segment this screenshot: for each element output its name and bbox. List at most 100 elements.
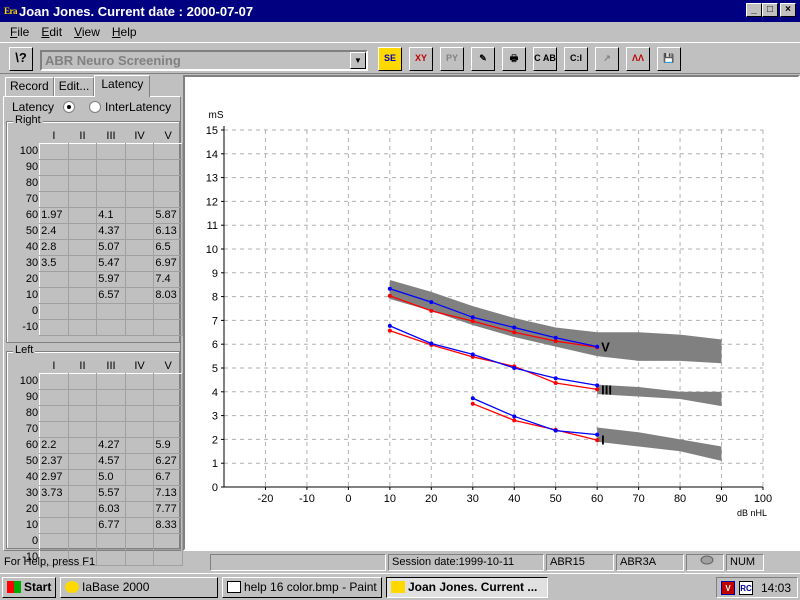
- maximize-button[interactable]: □: [762, 3, 778, 17]
- latency-cell[interactable]: 6.7: [153, 468, 183, 486]
- latency-cell[interactable]: [124, 286, 155, 304]
- latency-cell[interactable]: 3.73: [39, 484, 69, 502]
- latency-cell[interactable]: [124, 372, 155, 390]
- latency-cell[interactable]: [124, 532, 155, 550]
- latency-cell[interactable]: [67, 468, 98, 486]
- latency-cell[interactable]: [153, 420, 183, 438]
- latency-cell[interactable]: [39, 302, 69, 320]
- latency-cell[interactable]: [67, 388, 98, 406]
- latency-cell[interactable]: 1.97: [39, 206, 69, 224]
- latency-cell[interactable]: 4.37: [96, 222, 126, 240]
- latency-cell[interactable]: [124, 158, 155, 176]
- menu-edit[interactable]: Edit: [35, 25, 68, 39]
- cursor-icon[interactable]: C:I: [564, 47, 588, 71]
- latency-cell[interactable]: [39, 190, 69, 208]
- latency-cell[interactable]: 6.13: [153, 222, 183, 240]
- latency-cell[interactable]: 2.37: [39, 452, 69, 470]
- minimize-button[interactable]: _: [746, 3, 762, 17]
- latency-cell[interactable]: [153, 532, 183, 550]
- latency-cell[interactable]: [96, 302, 126, 320]
- latency-cell[interactable]: [39, 500, 69, 518]
- latency-cell[interactable]: [153, 404, 183, 422]
- latency-cell[interactable]: 2.97: [39, 468, 69, 486]
- waveform-icon[interactable]: ΛΛ: [626, 47, 650, 71]
- xy-plot-icon[interactable]: XY: [409, 47, 433, 71]
- menu-help[interactable]: Help: [106, 25, 143, 39]
- latency-radio[interactable]: [63, 101, 76, 113]
- latency-cell[interactable]: [124, 468, 155, 486]
- latency-cell[interactable]: [67, 532, 98, 550]
- latency-cell[interactable]: 7.77: [153, 500, 183, 518]
- arrow-icon[interactable]: ↗: [595, 47, 619, 71]
- latency-cell[interactable]: 4.57: [96, 452, 126, 470]
- latency-cell[interactable]: 5.97: [96, 270, 126, 288]
- latency-cell[interactable]: [39, 318, 69, 336]
- latency-cell[interactable]: 2.8: [39, 238, 69, 256]
- latency-cell[interactable]: [124, 254, 155, 272]
- latency-cell[interactable]: [67, 302, 98, 320]
- close-button[interactable]: ×: [780, 3, 796, 17]
- tab-latency[interactable]: Latency: [94, 75, 151, 97]
- latency-cell[interactable]: [67, 452, 98, 470]
- latency-cell[interactable]: [153, 190, 183, 208]
- compare-ab-icon[interactable]: C AB: [533, 47, 557, 71]
- menu-file[interactable]: File: [4, 25, 35, 39]
- latency-cell[interactable]: [67, 270, 98, 288]
- setup-icon[interactable]: SE UP: [378, 47, 402, 71]
- latency-cell[interactable]: [153, 388, 183, 406]
- shield-icon[interactable]: V: [721, 581, 735, 595]
- latency-cell[interactable]: 7.4: [153, 270, 183, 288]
- latency-cell[interactable]: 5.9: [153, 436, 183, 454]
- latency-cell[interactable]: 6.57: [96, 286, 126, 304]
- latency-cell[interactable]: [124, 142, 155, 160]
- latency-cell[interactable]: [67, 420, 98, 438]
- latency-cell[interactable]: [124, 516, 155, 534]
- latency-cell[interactable]: [124, 190, 155, 208]
- latency-cell[interactable]: [67, 238, 98, 256]
- latency-cell[interactable]: 6.97: [153, 254, 183, 272]
- tab-edit[interactable]: Edit...: [53, 77, 95, 97]
- latency-cell[interactable]: [67, 500, 98, 518]
- latency-cell[interactable]: [96, 420, 126, 438]
- latency-cell[interactable]: [67, 436, 98, 454]
- latency-cell[interactable]: [96, 142, 126, 160]
- latency-cell[interactable]: [96, 532, 126, 550]
- latency-cell[interactable]: [153, 142, 183, 160]
- latency-cell[interactable]: [67, 142, 98, 160]
- latency-cell[interactable]: 6.5: [153, 238, 183, 256]
- latency-cell[interactable]: [39, 388, 69, 406]
- latency-cell[interactable]: [39, 516, 69, 534]
- py-icon[interactable]: PY: [440, 47, 464, 71]
- save-icon[interactable]: 💾: [657, 47, 681, 71]
- latency-cell[interactable]: [153, 318, 183, 336]
- latency-cell[interactable]: [124, 484, 155, 502]
- latency-cell[interactable]: [153, 174, 183, 192]
- latency-cell[interactable]: 5.0: [96, 468, 126, 486]
- latency-cell[interactable]: 3.5: [39, 254, 69, 272]
- latency-cell[interactable]: [124, 302, 155, 320]
- latency-cell[interactable]: [67, 190, 98, 208]
- tab-record[interactable]: Record: [5, 77, 54, 97]
- context-help-button[interactable]: \?: [9, 47, 33, 71]
- latency-cell[interactable]: [124, 318, 155, 336]
- latency-cell[interactable]: [124, 420, 155, 438]
- latency-cell[interactable]: [124, 404, 155, 422]
- edit-icon[interactable]: ✎: [471, 47, 495, 71]
- latency-cell[interactable]: [124, 500, 155, 518]
- latency-cell[interactable]: [67, 222, 98, 240]
- latency-cell[interactable]: [124, 222, 155, 240]
- latency-cell[interactable]: 5.47: [96, 254, 126, 272]
- latency-cell[interactable]: 2.4: [39, 222, 69, 240]
- task-iabase[interactable]: IaBase 2000: [60, 577, 218, 598]
- latency-cell[interactable]: [124, 388, 155, 406]
- latency-cell[interactable]: [67, 516, 98, 534]
- latency-cell[interactable]: [67, 206, 98, 224]
- latency-cell[interactable]: [96, 158, 126, 176]
- latency-cell[interactable]: [67, 484, 98, 502]
- latency-cell[interactable]: [124, 238, 155, 256]
- latency-cell[interactable]: [39, 404, 69, 422]
- latency-cell[interactable]: 4.1: [96, 206, 126, 224]
- latency-cell[interactable]: 8.03: [153, 286, 183, 304]
- latency-cell[interactable]: [39, 532, 69, 550]
- latency-cell[interactable]: [153, 302, 183, 320]
